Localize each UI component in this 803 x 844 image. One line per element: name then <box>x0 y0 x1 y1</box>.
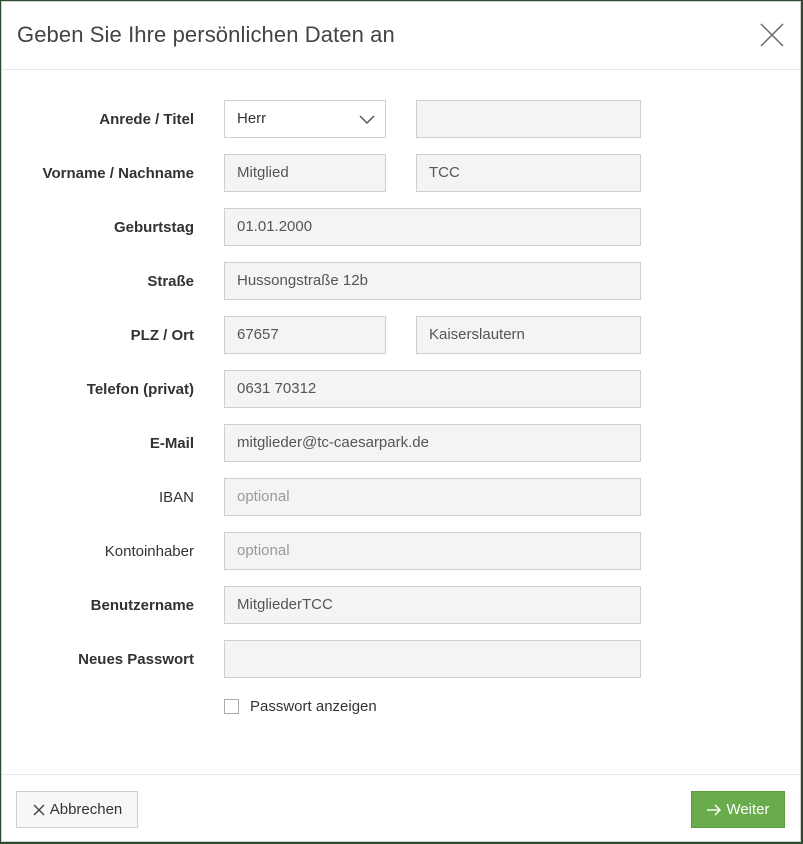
dialog-header: Geben Sie Ihre persönlichen Daten an <box>2 2 800 70</box>
telefon-label: Telefon (privat) <box>86 381 194 398</box>
next-button-label: Weiter <box>726 801 770 818</box>
chevron-down-icon <box>359 115 375 125</box>
anrede-value: Herr <box>237 110 267 127</box>
plz-input[interactable]: 67657 <box>224 316 386 354</box>
strasse-input[interactable]: Hussongstraße 12b <box>224 262 641 300</box>
telefon-input[interactable]: 0631 70312 <box>224 370 641 408</box>
nachname-input[interactable]: TCC <box>416 154 641 192</box>
close-icon <box>33 804 45 815</box>
iban-input[interactable]: optional <box>224 478 641 516</box>
dialog-footer: Abbrechen Weiter <box>2 774 800 844</box>
personal-data-dialog: Geben Sie Ihre persönlichen Daten an Anr… <box>1 1 801 842</box>
show-password-checkbox[interactable] <box>224 699 239 714</box>
kontoinhaber-input[interactable]: optional <box>224 532 641 570</box>
cancel-button[interactable]: Abbrechen <box>16 791 138 828</box>
cancel-button-label: Abbrechen <box>49 801 123 818</box>
vorname-input[interactable]: Mitglied <box>224 154 386 192</box>
benutzername-label: Benutzername <box>90 597 194 614</box>
dialog-title: Geben Sie Ihre persönlichen Daten an <box>17 22 395 47</box>
email-label: E-Mail <box>149 435 194 452</box>
ort-input[interactable]: Kaiserslautern <box>416 316 641 354</box>
show-password-label[interactable]: Passwort anzeigen <box>250 698 377 715</box>
close-icon[interactable] <box>758 21 786 49</box>
strasse-label: Straße <box>147 273 194 290</box>
iban-label: IBAN <box>158 489 194 506</box>
kontoinhaber-label: Kontoinhaber <box>104 543 194 560</box>
plzort-label: PLZ / Ort <box>130 327 194 344</box>
email-input[interactable]: mitglieder@tc-caesarpark.de <box>224 424 641 462</box>
geburtstag-input[interactable]: 01.01.2000 <box>224 208 641 246</box>
anrede-select[interactable]: Herr <box>224 100 386 138</box>
passwort-label: Neues Passwort <box>78 651 194 668</box>
benutzername-input[interactable]: MitgliederTCC <box>224 586 641 624</box>
anrede-label: Anrede / Titel <box>99 111 194 128</box>
passwort-input[interactable] <box>224 640 641 678</box>
titel-input[interactable] <box>416 100 641 138</box>
arrow-right-icon <box>707 804 722 815</box>
name-label: Vorname / Nachname <box>42 165 194 182</box>
geburtstag-label: Geburtstag <box>113 219 194 236</box>
next-button[interactable]: Weiter <box>691 791 785 828</box>
